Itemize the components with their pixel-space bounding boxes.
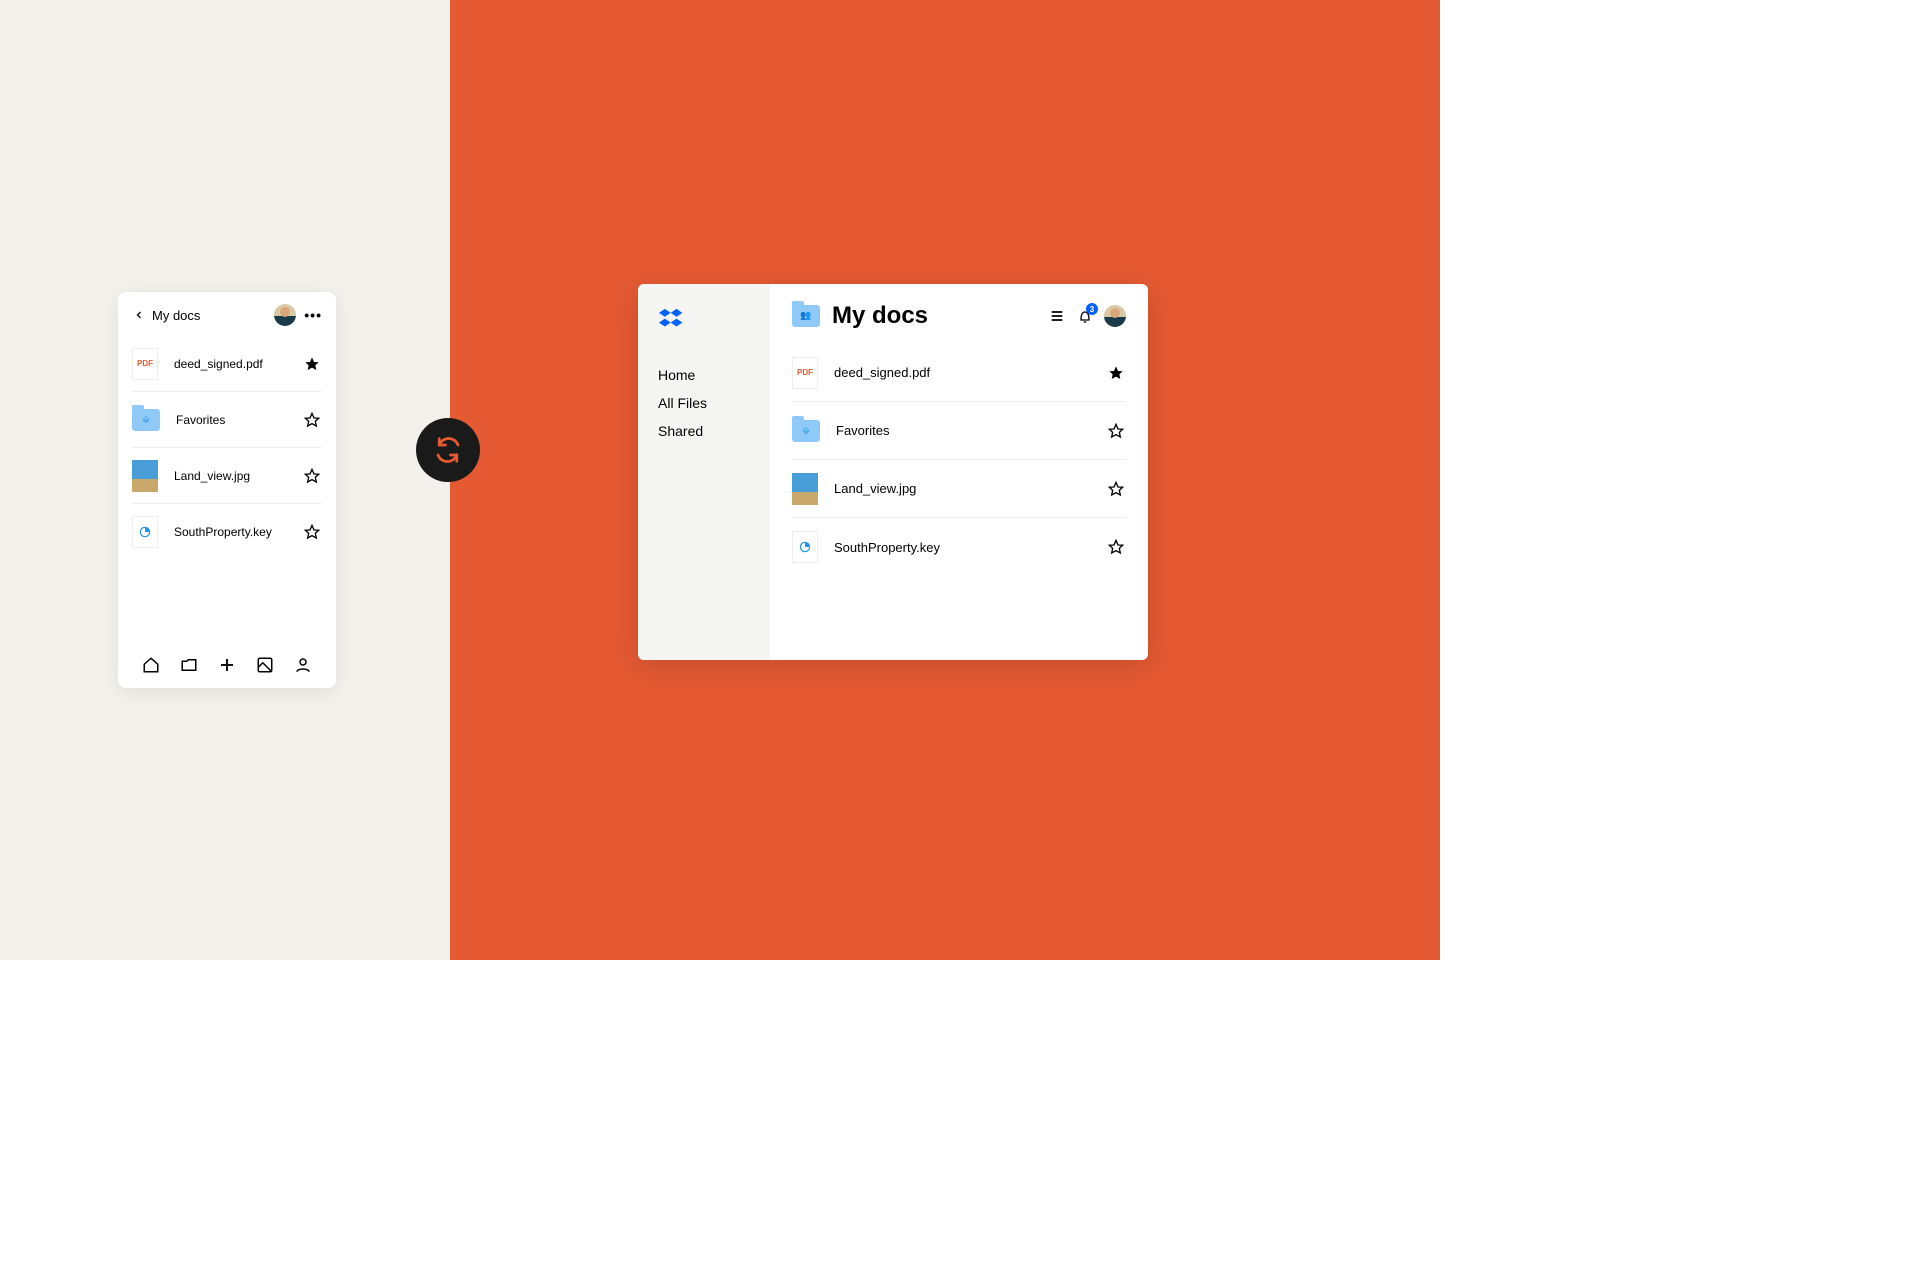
image-thumbnail — [132, 460, 158, 492]
list-view-icon[interactable] — [1048, 307, 1066, 325]
avatar[interactable] — [274, 304, 296, 326]
desktop-app-card: Home All Files Shared 👥 My docs 3 PDF — [638, 284, 1148, 660]
dropbox-logo-icon[interactable] — [658, 306, 750, 337]
star-button[interactable] — [302, 356, 322, 372]
keynote-icon — [792, 531, 818, 563]
file-name: deed_signed.pdf — [834, 365, 1106, 380]
sidebar-item-shared[interactable]: Shared — [658, 417, 750, 445]
star-button[interactable] — [1106, 423, 1126, 439]
mobile-header: My docs ••• — [118, 304, 336, 336]
file-name: deed_signed.pdf — [174, 357, 302, 371]
notification-badge: 3 — [1086, 303, 1098, 315]
mobile-app-card: My docs ••• PDF deed_signed.pdf ⬙ Favori… — [118, 292, 336, 688]
keynote-icon — [132, 516, 158, 548]
file-row[interactable]: SouthProperty.key — [792, 518, 1126, 576]
file-name: Land_view.jpg — [834, 481, 1106, 496]
files-icon[interactable] — [180, 656, 198, 674]
desktop-main: 👥 My docs 3 PDF deed_signed.pdf — [770, 284, 1148, 660]
back-button[interactable] — [132, 308, 146, 322]
file-row[interactable]: ⬙ Favorites — [792, 402, 1126, 460]
add-icon[interactable] — [218, 656, 236, 674]
desktop-header-actions: 3 — [1048, 305, 1126, 327]
star-button[interactable] — [1106, 481, 1126, 497]
pdf-icon: PDF — [792, 357, 818, 389]
file-name: SouthProperty.key — [834, 540, 1106, 555]
mobile-folder-title: My docs — [152, 308, 274, 323]
star-button[interactable] — [1106, 539, 1126, 555]
star-button[interactable] — [302, 524, 322, 540]
file-row[interactable]: ⬙ Favorites — [132, 392, 322, 448]
account-icon[interactable] — [294, 656, 312, 674]
photos-icon[interactable] — [256, 656, 274, 674]
home-icon[interactable] — [142, 656, 160, 674]
file-name: Favorites — [836, 423, 1106, 438]
more-menu-button[interactable]: ••• — [304, 307, 322, 323]
file-row[interactable]: PDF deed_signed.pdf — [792, 344, 1126, 402]
file-row[interactable]: SouthProperty.key — [132, 504, 322, 560]
sidebar-nav: Home All Files Shared — [658, 361, 750, 445]
pdf-icon: PDF — [132, 348, 158, 380]
star-button[interactable] — [302, 468, 322, 484]
shared-folder-icon: 👥 — [792, 305, 820, 327]
sidebar-item-home[interactable]: Home — [658, 361, 750, 389]
folder-icon: ⬙ — [132, 409, 160, 431]
notifications-icon[interactable]: 3 — [1076, 307, 1094, 325]
star-button[interactable] — [1106, 365, 1126, 381]
image-thumbnail — [792, 473, 818, 505]
desktop-sidebar: Home All Files Shared — [638, 284, 770, 660]
folder-icon: ⬙ — [792, 420, 820, 442]
sidebar-item-all-files[interactable]: All Files — [658, 389, 750, 417]
file-row[interactable]: Land_view.jpg — [132, 448, 322, 504]
file-name: SouthProperty.key — [174, 525, 302, 539]
mobile-file-list: PDF deed_signed.pdf ⬙ Favorites Land_vie… — [118, 336, 336, 646]
file-name: Favorites — [176, 413, 302, 427]
desktop-file-list: PDF deed_signed.pdf ⬙ Favorites Land_vie… — [792, 344, 1126, 576]
sync-icon — [416, 418, 480, 482]
file-row[interactable]: PDF deed_signed.pdf — [132, 336, 322, 392]
avatar[interactable] — [1104, 305, 1126, 327]
file-row[interactable]: Land_view.jpg — [792, 460, 1126, 518]
mobile-bottom-nav — [118, 646, 336, 688]
desktop-header: 👥 My docs 3 — [792, 302, 1126, 330]
star-button[interactable] — [302, 412, 322, 428]
desktop-folder-title: My docs — [832, 302, 1048, 330]
file-name: Land_view.jpg — [174, 469, 302, 483]
